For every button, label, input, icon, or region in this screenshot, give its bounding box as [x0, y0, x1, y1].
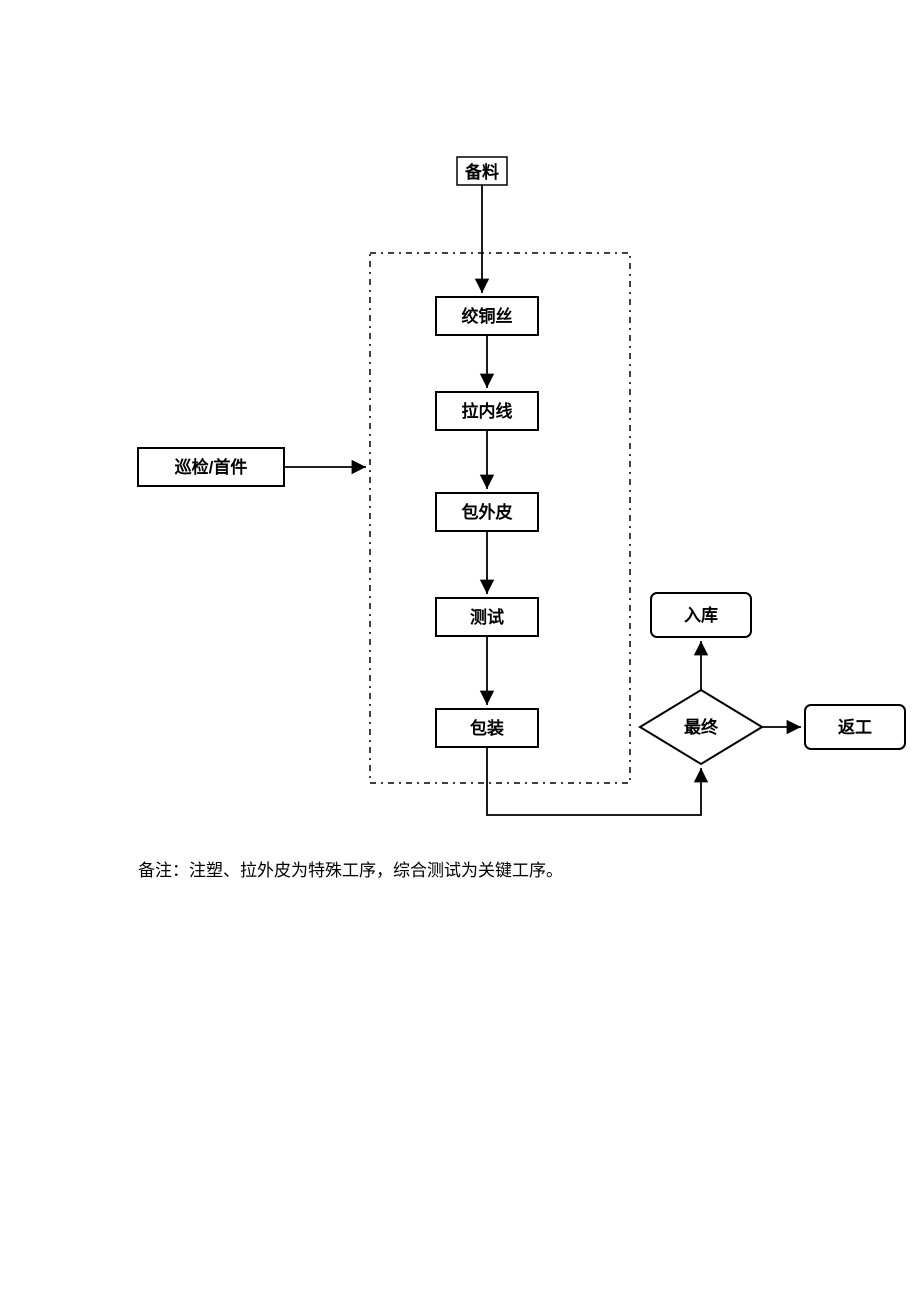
footnote: 备注：注塑、拉外皮为特殊工序，综合测试为关键工序。: [138, 861, 563, 880]
node-store-label: 入库: [684, 605, 718, 625]
node-twist: 绞铜丝: [436, 297, 538, 335]
node-pack-label: 包装: [470, 718, 504, 738]
node-rework: 返工: [805, 705, 905, 749]
node-final: 最终: [640, 690, 762, 764]
node-twist-label: 绞铜丝: [462, 306, 513, 326]
node-inspect: 巡检/首件: [138, 448, 284, 486]
node-wrap: 包外皮: [436, 493, 538, 531]
node-draw: 拉内线: [436, 392, 538, 430]
node-prep: 备料: [457, 157, 507, 185]
node-store: 入库: [651, 593, 751, 637]
node-inspect-label: 巡检/首件: [175, 457, 248, 477]
flowchart-diagram: 备料 绞铜丝 拉内线 包外皮 测试 包装 巡检/首件: [0, 0, 920, 1301]
node-final-label: 最终: [684, 717, 719, 737]
node-pack: 包装: [436, 709, 538, 747]
node-prep-label: 备料: [464, 162, 499, 182]
edge-pack-final: [487, 747, 701, 815]
node-test-label: 测试: [470, 607, 504, 627]
node-draw-label: 拉内线: [462, 401, 513, 421]
node-wrap-label: 包外皮: [462, 502, 513, 522]
node-test: 测试: [436, 598, 538, 636]
node-rework-label: 返工: [838, 718, 872, 737]
